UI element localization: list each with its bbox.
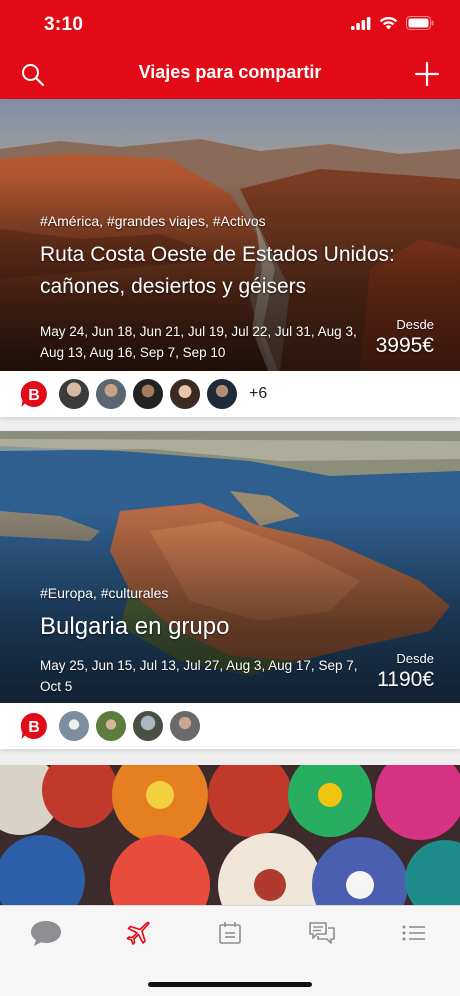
airplane-icon: [126, 921, 150, 945]
search-icon[interactable]: [20, 62, 46, 88]
trip-dates: May 24, Jun 18, Jun 21, Jul 19, Jul 22, …: [40, 324, 357, 360]
trip-tags: #Europa, #culturales: [40, 585, 169, 601]
trip-image-plates: [0, 765, 460, 905]
trip-image-bulgaria: #Europa, #culturales Bulgaria en grupo M…: [0, 431, 460, 703]
trip-card[interactable]: [0, 765, 460, 905]
avatar[interactable]: [205, 377, 239, 411]
price-label: Desde: [396, 651, 434, 666]
trip-participants: B +6: [0, 371, 460, 417]
status-bar: 3:10: [0, 0, 460, 50]
brand-badge-icon: B: [20, 380, 47, 407]
svg-text:B: B: [28, 387, 40, 404]
trip-tags: #América, #grandes viajes, #Activos: [40, 213, 266, 229]
trip-title: Ruta Costa Oeste de Estados Unidos: caño…: [40, 243, 395, 298]
battery-icon: [406, 16, 434, 30]
price-value: 1190€: [377, 668, 434, 691]
chat-bubble-icon: [31, 921, 61, 946]
tab-messages[interactable]: [300, 918, 344, 948]
plus-icon[interactable]: [414, 61, 440, 87]
avatar[interactable]: [94, 709, 128, 743]
trip-dates: May 25, Jun 15, Jul 13, Jul 27, Aug 3, A…: [40, 658, 358, 694]
trip-image-canyon: #América, #grandes viajes, #Activos Ruta…: [0, 99, 460, 371]
status-icons: [351, 16, 434, 30]
tab-bar: [0, 905, 460, 996]
trip-card[interactable]: #América, #grandes viajes, #Activos Ruta…: [0, 99, 460, 417]
avatar[interactable]: [168, 709, 202, 743]
avatar[interactable]: [131, 377, 165, 411]
more-participants-count[interactable]: +6: [249, 385, 267, 403]
status-time: 3:10: [44, 14, 84, 35]
tab-chat[interactable]: [24, 918, 68, 948]
trip-title: Bulgaria en grupo: [40, 613, 230, 640]
trip-card[interactable]: #Europa, #culturales Bulgaria en grupo M…: [0, 431, 460, 749]
brand-badge-icon: B: [20, 712, 47, 739]
messages-icon: [309, 922, 335, 944]
trip-participants: B: [0, 703, 460, 749]
tab-calendar[interactable]: [208, 918, 252, 948]
list-icon: [402, 925, 425, 941]
tab-list[interactable]: [392, 918, 436, 948]
nav-bar: Viajes para compartir: [0, 56, 460, 92]
signal-icon: [351, 16, 371, 30]
home-indicator[interactable]: [148, 982, 312, 987]
avatar[interactable]: [168, 377, 202, 411]
avatar[interactable]: [57, 377, 91, 411]
calendar-icon: [219, 922, 241, 944]
page-title: Viajes para compartir: [138, 62, 322, 82]
avatar[interactable]: [131, 709, 165, 743]
trip-price: Desde 1190€: [377, 651, 434, 692]
tab-trips[interactable]: [116, 918, 160, 948]
price-value: 3995€: [375, 334, 434, 357]
avatar[interactable]: [57, 709, 91, 743]
app-header: 3:10 Viajes para compartir: [0, 0, 460, 99]
wifi-icon: [379, 16, 398, 30]
svg-text:B: B: [28, 719, 40, 736]
avatar[interactable]: [94, 377, 128, 411]
trip-price: Desde 3995€: [376, 317, 434, 358]
price-label: Desde: [396, 317, 434, 332]
